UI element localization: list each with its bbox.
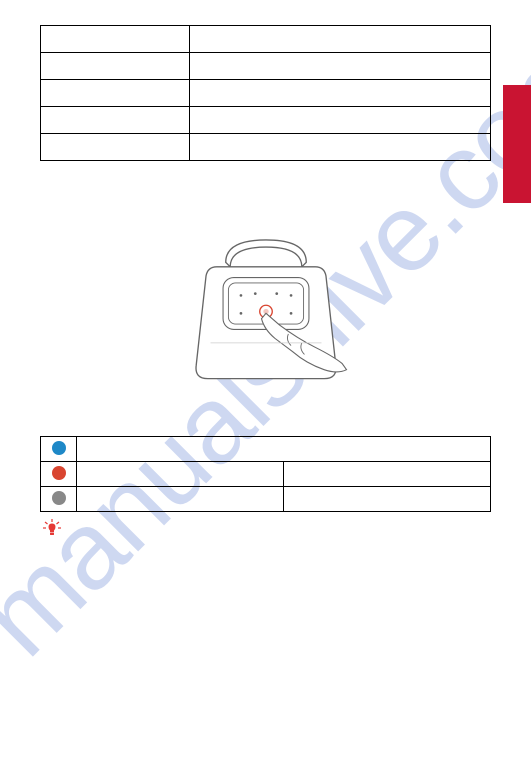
led-dot-red <box>52 466 66 480</box>
device-illustration <box>40 231 491 406</box>
device-svg <box>176 231 356 401</box>
cell <box>189 80 491 107</box>
cell <box>77 462 284 487</box>
table-row <box>41 80 491 107</box>
tip-icon <box>42 518 62 543</box>
cell <box>77 437 491 462</box>
table-row <box>41 487 491 512</box>
table-row <box>41 53 491 80</box>
cell <box>41 134 190 161</box>
cell <box>41 107 190 134</box>
led-color-cell <box>41 487 77 512</box>
page-content <box>0 0 531 543</box>
table-row <box>41 107 491 134</box>
cell <box>41 26 190 53</box>
led-dot-blue <box>52 441 66 455</box>
table-row <box>41 462 491 487</box>
cell <box>189 134 491 161</box>
table-row <box>41 437 491 462</box>
cell <box>41 53 190 80</box>
table-row <box>41 134 491 161</box>
table-row <box>41 26 491 53</box>
cell <box>284 462 491 487</box>
spec-table <box>40 25 491 161</box>
cell <box>189 53 491 80</box>
led-dot-grey <box>52 491 66 505</box>
cell <box>284 487 491 512</box>
cell <box>189 26 491 53</box>
led-color-cell <box>41 437 77 462</box>
led-table <box>40 436 491 512</box>
cell <box>77 487 284 512</box>
cell <box>189 107 491 134</box>
cell <box>41 80 190 107</box>
led-color-cell <box>41 462 77 487</box>
